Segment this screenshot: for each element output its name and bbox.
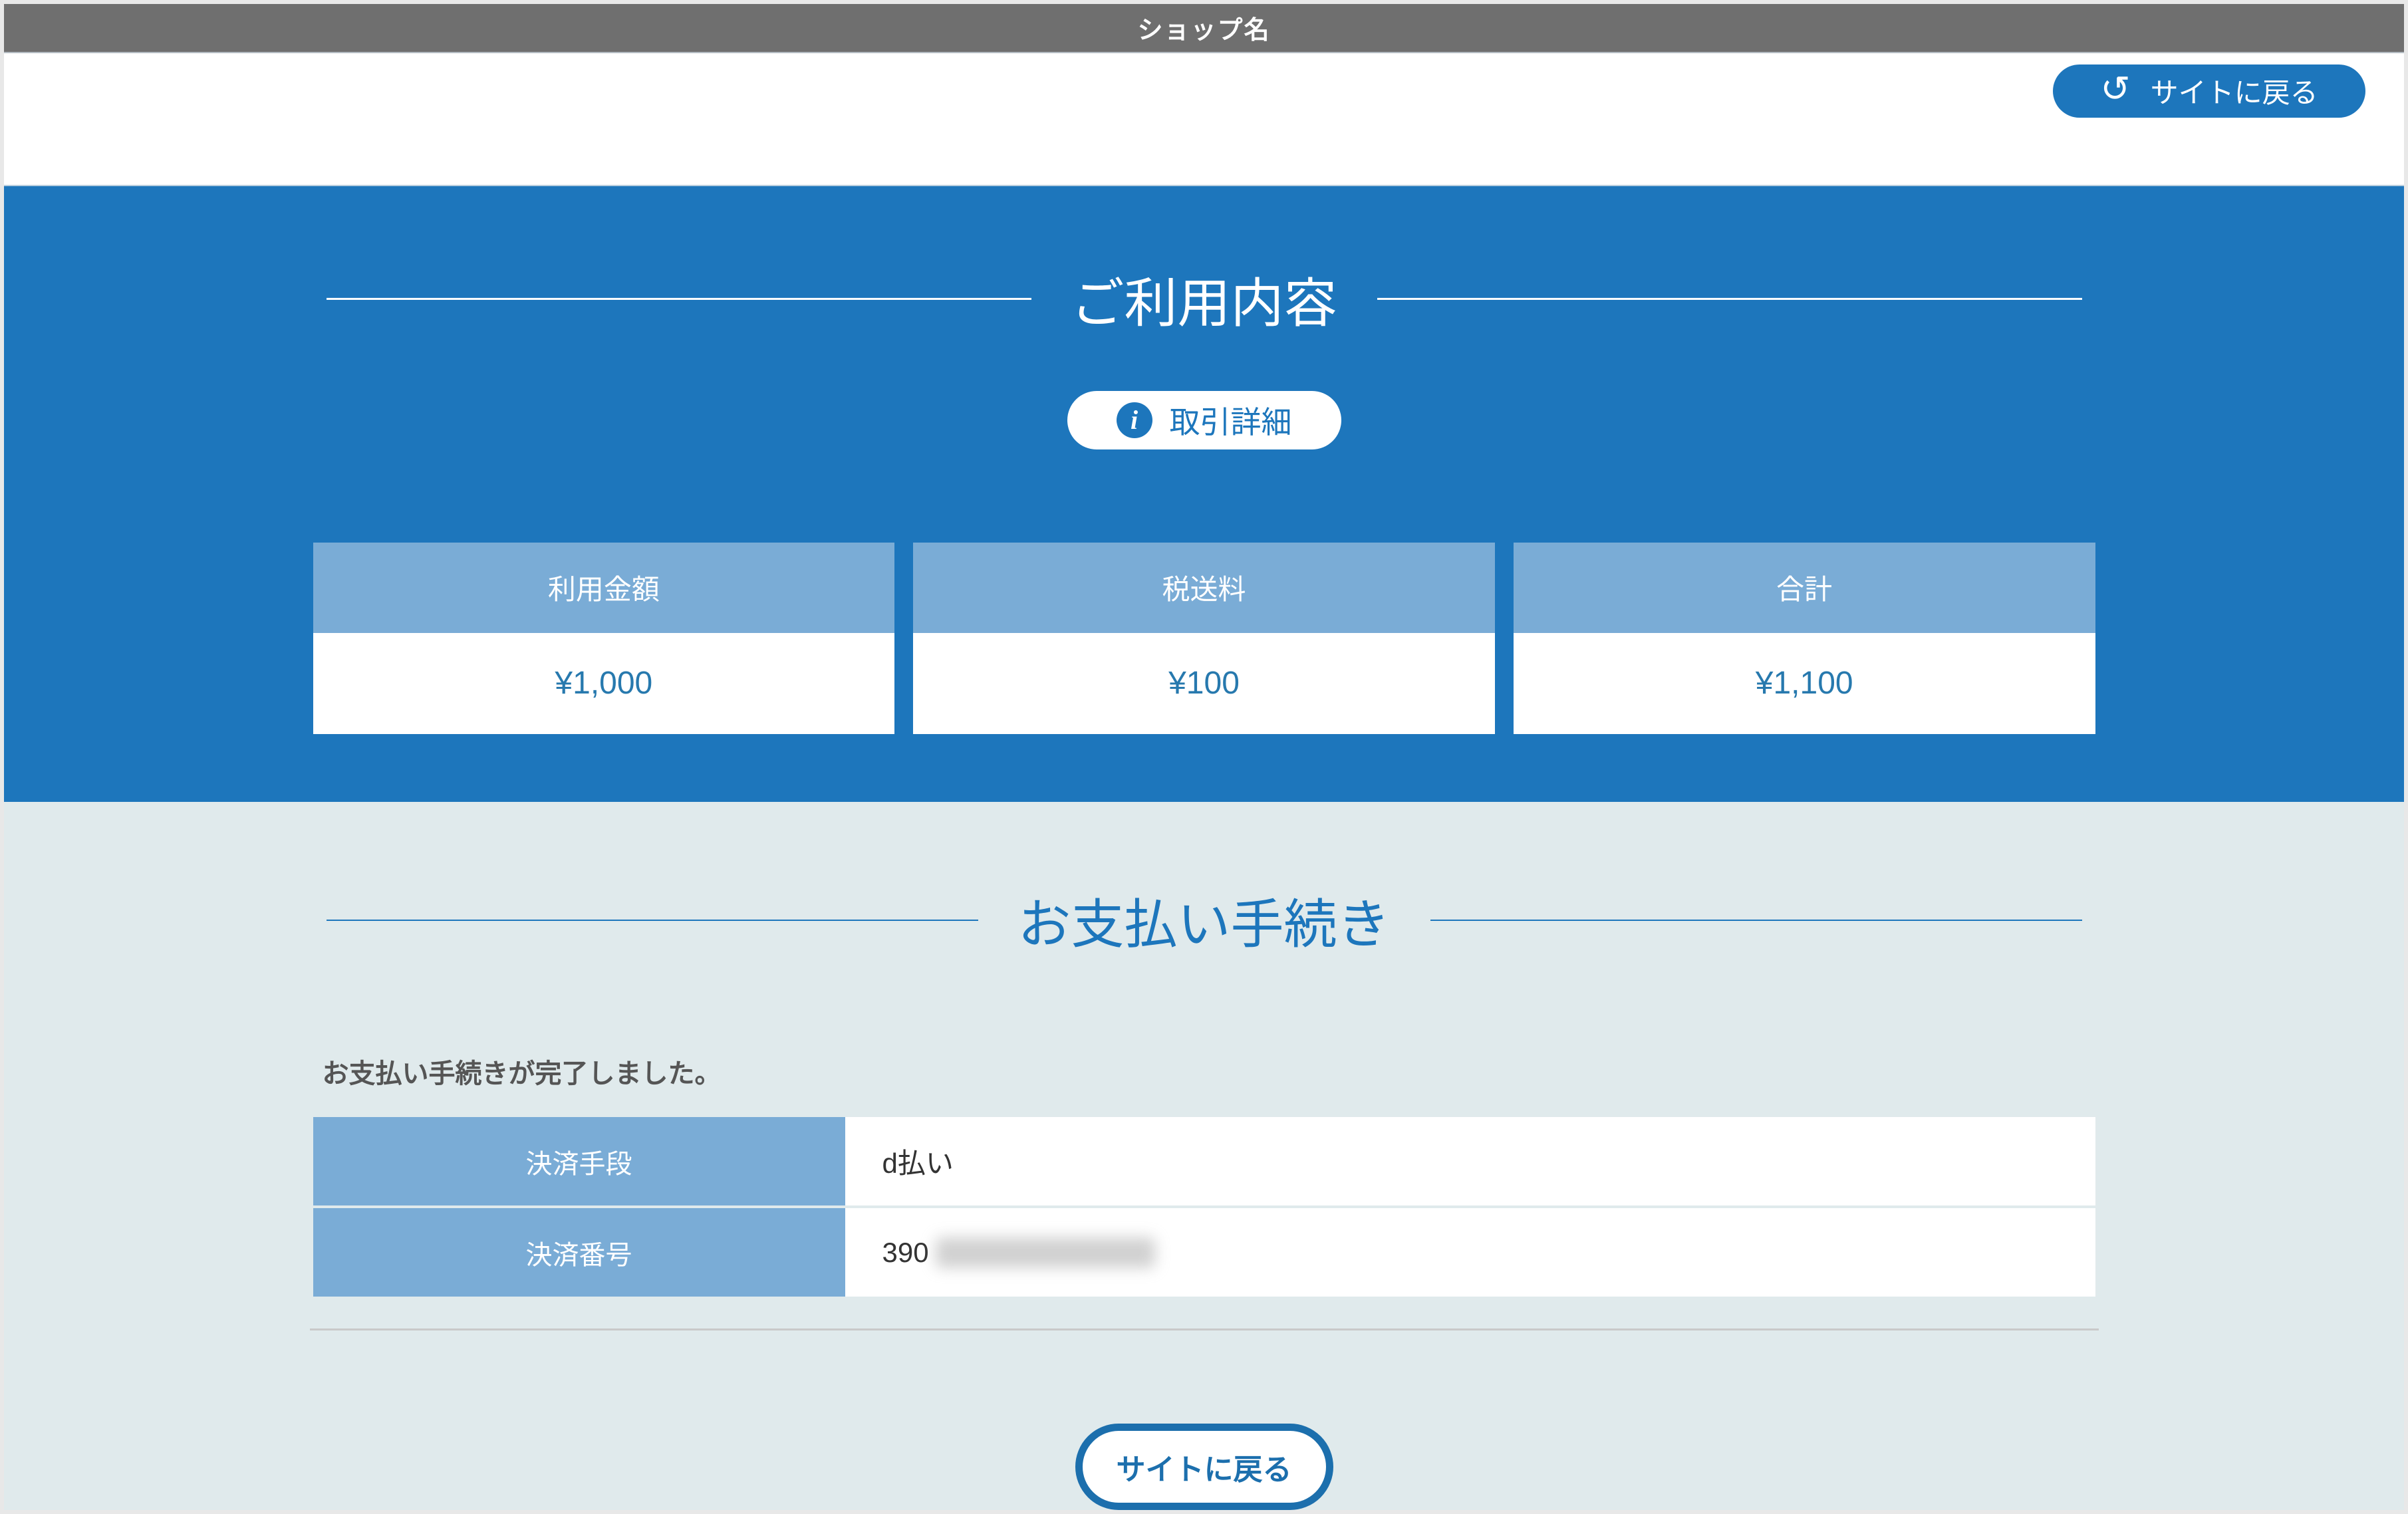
site-back-button-bottom[interactable]: サイトに戻る [1075,1424,1333,1510]
transaction-detail-button-label: 取引詳細 [1170,398,1292,442]
amount-col-total: 合計 ¥1,100 [1514,543,2095,734]
usage-section-heading: ご利用内容 [327,261,2082,338]
transaction-detail-button[interactable]: i 取引詳細 [1067,391,1341,449]
amount-col-usage: 利用金額 ¥1,000 [313,543,895,734]
return-arrow-icon: ↺ [2100,71,2130,107]
heading-rule-left [327,920,978,921]
table-row: 決済番号 390 [313,1208,2095,1297]
amount-col-total-header: 合計 [1514,543,2095,633]
topbar: ショップ名 [4,4,2404,53]
info-icon: i [1117,402,1152,438]
amount-col-tax-value: ¥100 [913,633,1495,734]
usage-section: ご利用内容 i 取引詳細 利用金額 ¥1,000 税送料 ¥100 合計 ¥1,… [4,185,2404,803]
payment-number-value: 390 [845,1208,2095,1297]
site-back-button-top-label: サイトに戻る [2151,70,2318,111]
payment-completed-message: お支払い手続きが完了しました。 [313,1052,2095,1090]
payment-complete-page: ショップ名 ↺ サイトに戻る ご利用内容 i 取引詳細 利用金額 ¥1,000 … [0,0,2408,1514]
header-band: ↺ サイトに戻る [4,53,2404,185]
heading-rule-right [1377,298,2082,300]
payment-method-label: 決済手段 [313,1117,845,1205]
redacted-digits [936,1237,1155,1268]
heading-rule-right [1430,920,2082,921]
amount-col-tax: 税送料 ¥100 [913,543,1495,734]
payment-number-label: 決済番号 [313,1208,845,1297]
payment-number-visible-digits: 390 [882,1237,929,1269]
amount-col-tax-header: 税送料 [913,543,1495,633]
amount-table: 利用金額 ¥1,000 税送料 ¥100 合計 ¥1,100 [313,543,2095,734]
shop-name-title: ショップ名 [1137,9,1270,46]
site-back-button-top[interactable]: ↺ サイトに戻る [2053,64,2365,118]
heading-rule-left [327,298,1031,300]
amount-col-total-value: ¥1,100 [1514,633,2095,734]
amount-col-usage-value: ¥1,000 [313,633,895,734]
payment-method-value: d払い [845,1117,2095,1205]
usage-section-title: ご利用内容 [1071,261,1337,338]
site-back-button-bottom-label: サイトに戻る [1117,1446,1292,1488]
payment-section-title: お支払い手続き [1018,882,1391,959]
divider [310,1328,2099,1330]
amount-col-usage-header: 利用金額 [313,543,895,633]
payment-section-heading: お支払い手続き [327,882,2082,959]
payment-detail-table: 決済手段 d払い 決済番号 390 [313,1117,2095,1297]
payment-section: お支払い手続き お支払い手続きが完了しました。 決済手段 d払い 決済番号 39… [4,802,2404,1510]
table-row: 決済手段 d払い [313,1117,2095,1205]
